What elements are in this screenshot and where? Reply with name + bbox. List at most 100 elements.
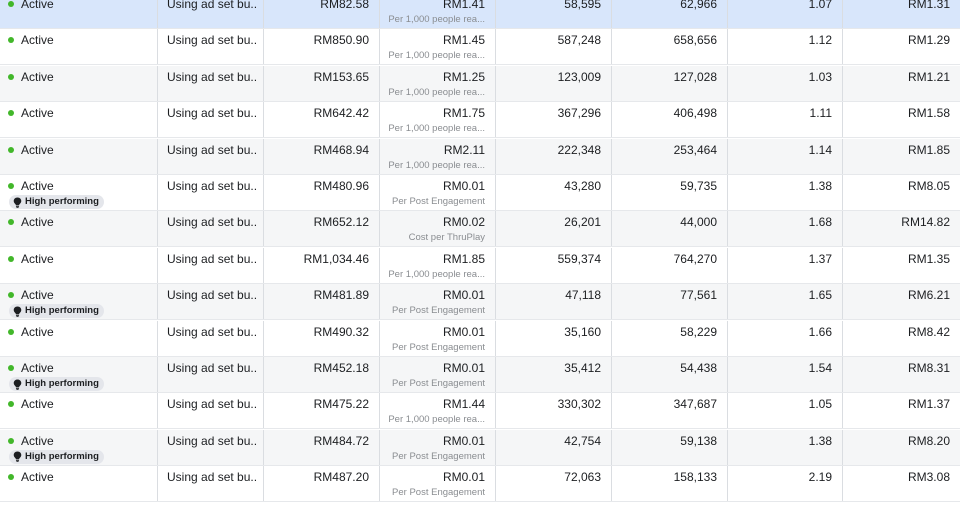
delivery-cell[interactable]: Active High performing: [0, 357, 158, 392]
reach-cell[interactable]: 72,063: [496, 466, 612, 502]
cost-per-result-cell[interactable]: RM0.01 Per Post Engagement: [380, 284, 496, 320]
delivery-cell[interactable]: Active: [0, 29, 158, 65]
budget-cell[interactable]: Using ad set bu...: [158, 65, 264, 101]
table-row[interactable]: Active Using ad set bu... RM850.90 RM1.45 Pe…: [0, 29, 960, 66]
table-row[interactable]: Active Using ad set bu... RM82.58 RM1.41 Per…: [0, 0, 960, 29]
amount-spent-cell[interactable]: RM468.94: [264, 138, 380, 174]
reach-cell[interactable]: 35,412: [496, 357, 612, 392]
amount-spent-cell[interactable]: RM487.20: [264, 466, 380, 502]
reach-cell[interactable]: 47,118: [496, 284, 612, 320]
cpm-cell[interactable]: RM1.37: [843, 393, 960, 428]
frequency-cell[interactable]: 1.38: [728, 175, 843, 210]
cost-per-result-cell[interactable]: RM0.01 Per Post Engagement: [380, 320, 496, 356]
table-row[interactable]: Active Using ad set bu... RM468.94 RM2.11 Pe…: [0, 138, 960, 175]
reach-cell[interactable]: 222,348: [496, 138, 612, 174]
budget-cell[interactable]: Using ad set bu...: [158, 320, 264, 356]
budget-cell[interactable]: Using ad set bu...: [158, 0, 264, 28]
frequency-cell[interactable]: 1.05: [728, 393, 843, 429]
table-row[interactable]: Active Using ad set bu... RM1,034.46 RM1.85…: [0, 247, 960, 284]
amount-spent-cell[interactable]: RM82.58: [264, 0, 380, 28]
delivery-cell[interactable]: Active: [0, 211, 158, 247]
cost-per-result-cell[interactable]: RM1.41 Per 1,000 people rea...: [380, 0, 496, 28]
cpm-cell[interactable]: RM1.21: [843, 66, 960, 101]
budget-cell[interactable]: Using ad set bu...: [158, 138, 264, 174]
cost-per-result-cell[interactable]: RM1.25 Per 1,000 people rea...: [380, 65, 496, 101]
reach-cell[interactable]: 42,754: [496, 429, 612, 465]
amount-spent-cell[interactable]: RM850.90: [264, 29, 380, 65]
amount-spent-cell[interactable]: RM153.65: [264, 65, 380, 101]
delivery-cell[interactable]: Active High performing: [0, 175, 158, 210]
reach-cell[interactable]: 35,160: [496, 320, 612, 356]
delivery-cell[interactable]: Active: [0, 102, 158, 138]
amount-spent-cell[interactable]: RM452.18: [264, 357, 380, 392]
impressions-cell[interactable]: 764,270: [612, 247, 728, 283]
impressions-cell[interactable]: 406,498: [612, 102, 728, 138]
budget-cell[interactable]: Using ad set bu...: [158, 357, 264, 392]
cost-per-result-cell[interactable]: RM0.01 Per Post Engagement: [380, 466, 496, 502]
budget-cell[interactable]: Using ad set bu...: [158, 29, 264, 65]
budget-cell[interactable]: Using ad set bu...: [158, 284, 264, 320]
cpm-cell[interactable]: RM3.08: [843, 466, 960, 501]
reach-cell[interactable]: 123,009: [496, 65, 612, 101]
impressions-cell[interactable]: 54,438: [612, 357, 728, 392]
amount-spent-cell[interactable]: RM1,034.46: [264, 247, 380, 283]
delivery-cell[interactable]: Active: [0, 393, 158, 429]
amount-spent-cell[interactable]: RM652.12: [264, 211, 380, 247]
impressions-cell[interactable]: 59,735: [612, 175, 728, 210]
table-row[interactable]: Active High performing Using ad set bu... R…: [0, 429, 960, 466]
cpm-cell[interactable]: RM6.21: [843, 284, 960, 319]
budget-cell[interactable]: Using ad set bu...: [158, 175, 264, 210]
budget-cell[interactable]: Using ad set bu...: [158, 211, 264, 247]
delivery-cell[interactable]: Active: [0, 65, 158, 101]
reach-cell[interactable]: 587,248: [496, 29, 612, 65]
cpm-cell[interactable]: RM8.05: [843, 175, 960, 210]
frequency-cell[interactable]: 1.12: [728, 29, 843, 65]
frequency-cell[interactable]: 1.66: [728, 320, 843, 356]
cpm-cell[interactable]: RM8.42: [843, 321, 960, 356]
frequency-cell[interactable]: 1.65: [728, 284, 843, 320]
budget-cell[interactable]: Using ad set bu...: [158, 393, 264, 429]
cpm-cell[interactable]: RM1.58: [843, 102, 960, 137]
impressions-cell[interactable]: 62,966: [612, 0, 728, 28]
table-row[interactable]: Active Using ad set bu... RM652.12 RM0.02 Co…: [0, 211, 960, 248]
reach-cell[interactable]: 367,296: [496, 102, 612, 138]
impressions-cell[interactable]: 158,133: [612, 466, 728, 502]
amount-spent-cell[interactable]: RM642.42: [264, 102, 380, 138]
frequency-cell[interactable]: 1.54: [728, 357, 843, 392]
table-row[interactable]: Active Using ad set bu... RM487.20 RM0.01 Pe…: [0, 466, 960, 503]
cost-per-result-cell[interactable]: RM0.01 Per Post Engagement: [380, 175, 496, 210]
amount-spent-cell[interactable]: RM484.72: [264, 429, 380, 465]
amount-spent-cell[interactable]: RM475.22: [264, 393, 380, 429]
frequency-cell[interactable]: 1.03: [728, 65, 843, 101]
frequency-cell[interactable]: 1.14: [728, 138, 843, 174]
frequency-cell[interactable]: 1.68: [728, 211, 843, 247]
table-row[interactable]: Active Using ad set bu... RM642.42 RM1.75 Pe…: [0, 102, 960, 139]
delivery-cell[interactable]: Active: [0, 247, 158, 283]
cost-per-result-cell[interactable]: RM2.11 Per 1,000 people rea...: [380, 138, 496, 174]
cpm-cell[interactable]: RM1.29: [843, 29, 960, 64]
impressions-cell[interactable]: 59,138: [612, 429, 728, 465]
cpm-cell[interactable]: RM1.85: [843, 139, 960, 174]
amount-spent-cell[interactable]: RM481.89: [264, 284, 380, 320]
delivery-cell[interactable]: Active High performing: [0, 284, 158, 320]
reach-cell[interactable]: 43,280: [496, 175, 612, 210]
cost-per-result-cell[interactable]: RM1.44 Per 1,000 people rea...: [380, 393, 496, 429]
reach-cell[interactable]: 58,595: [496, 0, 612, 28]
impressions-cell[interactable]: 658,656: [612, 29, 728, 65]
reach-cell[interactable]: 330,302: [496, 393, 612, 429]
delivery-cell[interactable]: Active: [0, 320, 158, 356]
impressions-cell[interactable]: 77,561: [612, 284, 728, 320]
delivery-cell[interactable]: Active: [0, 466, 158, 502]
budget-cell[interactable]: Using ad set bu...: [158, 466, 264, 502]
reach-cell[interactable]: 559,374: [496, 247, 612, 283]
table-row[interactable]: Active High performing Using ad set bu... R…: [0, 284, 960, 321]
cpm-cell[interactable]: RM14.82: [843, 211, 960, 246]
table-row[interactable]: Active High performing Using ad set bu... R…: [0, 357, 960, 393]
cpm-cell[interactable]: RM1.31: [843, 0, 960, 28]
table-row[interactable]: Active High performing Using ad set bu... R…: [0, 175, 960, 211]
frequency-cell[interactable]: 1.37: [728, 247, 843, 283]
delivery-cell[interactable]: Active High performing: [0, 429, 158, 465]
budget-cell[interactable]: Using ad set bu...: [158, 247, 264, 283]
cost-per-result-cell[interactable]: RM0.01 Per Post Engagement: [380, 357, 496, 392]
budget-cell[interactable]: Using ad set bu...: [158, 429, 264, 465]
